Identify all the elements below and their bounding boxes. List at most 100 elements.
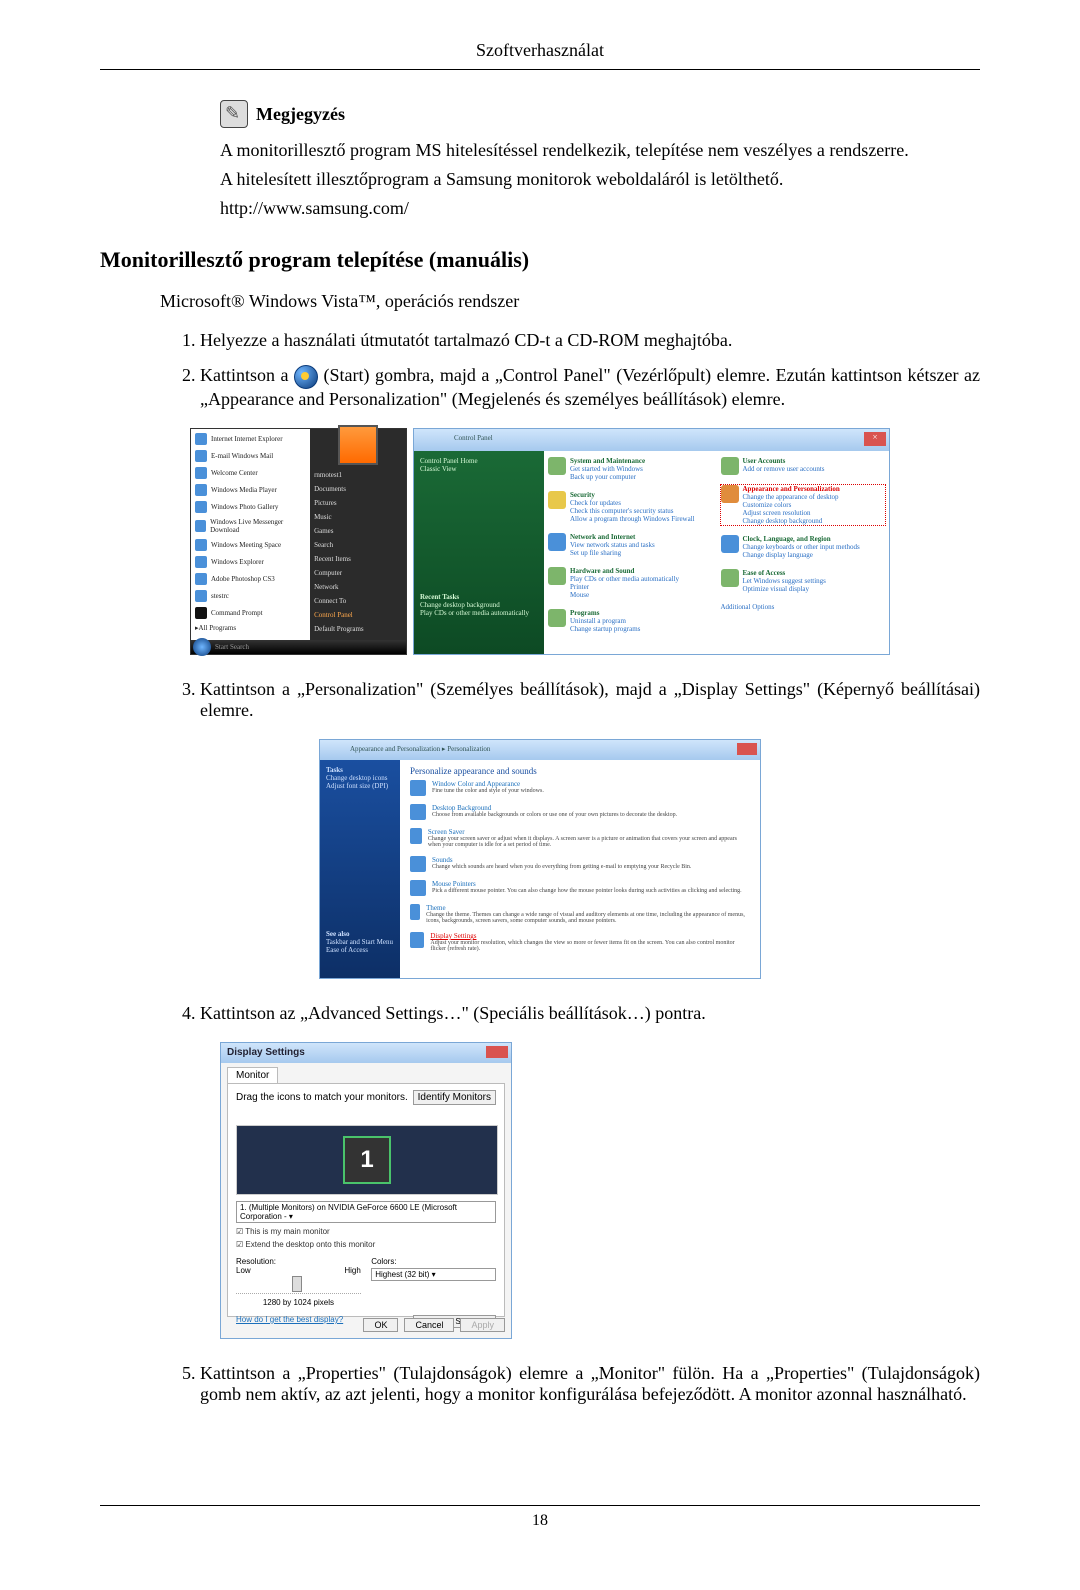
sm-item-gallery[interactable]: Windows Photo Gallery xyxy=(195,501,306,513)
monitor-1-icon[interactable]: 1 xyxy=(343,1136,391,1184)
start-orb-taskbar-icon[interactable] xyxy=(193,638,211,656)
pw-seealso-taskbar[interactable]: Taskbar and Start Menu xyxy=(326,938,406,946)
pw-task-desktopicons[interactable]: Change desktop icons xyxy=(326,774,406,782)
step-3: Kattintson a „Personalization" (Személye… xyxy=(200,679,980,721)
pw-heading: Personalize appearance and sounds xyxy=(410,766,750,776)
welcome-icon xyxy=(195,467,207,479)
sm-item-email[interactable]: E-mail Windows Mail xyxy=(195,450,306,462)
cp-system[interactable]: System and MaintenanceGet started with W… xyxy=(548,457,713,481)
cp-ease[interactable]: Ease of AccessLet Windows suggest settin… xyxy=(721,569,886,593)
cp-side-classic[interactable]: Classic View xyxy=(420,465,550,473)
cp-hardware[interactable]: Hardware and SoundPlay CDs or other medi… xyxy=(548,567,713,599)
cp-side-home[interactable]: Control Panel Home xyxy=(420,457,550,465)
user-avatar[interactable] xyxy=(338,425,378,465)
control-panel-window: Control Panel × Control Panel Home Class… xyxy=(413,428,890,655)
tab-monitor[interactable]: Monitor xyxy=(227,1067,278,1083)
background-icon xyxy=(410,804,426,820)
monitor-arrangement[interactable]: 1 xyxy=(236,1125,498,1195)
pw-task-fontsize[interactable]: Adjust font size (DPI) xyxy=(326,782,406,790)
ps-icon xyxy=(195,573,207,585)
sm-r-documents[interactable]: Documents xyxy=(314,485,402,493)
step-1: Helyezze a használati útmutatót tartalma… xyxy=(200,330,980,351)
resolution-slider[interactable] xyxy=(236,1279,361,1294)
pw-item-mouse[interactable]: Mouse PointersPick a different mouse poi… xyxy=(410,880,750,896)
cp-sidebar: Control Panel Home Classic View Recent T… xyxy=(414,451,556,654)
sm-r-recent[interactable]: Recent Items xyxy=(314,555,402,563)
res-high: High xyxy=(344,1266,360,1275)
cp-side-recent-head: Recent Tasks xyxy=(420,593,550,601)
note-line-3: http://www.samsung.com/ xyxy=(220,198,980,219)
apply-button[interactable]: Apply xyxy=(460,1318,505,1332)
pw-item-theme[interactable]: ThemeChange the theme. Themes can change… xyxy=(410,904,750,924)
cp-network[interactable]: Network and InternetView network status … xyxy=(548,533,713,557)
resolution-label: Resolution: xyxy=(236,1257,361,1266)
users-icon xyxy=(721,457,739,475)
sm-r-network[interactable]: Network xyxy=(314,583,402,591)
ie-icon xyxy=(195,433,207,445)
windowcolor-icon xyxy=(410,780,426,796)
cp-breadcrumb[interactable]: Control Panel xyxy=(454,434,493,442)
sm-item-internet[interactable]: Internet Internet Explorer xyxy=(195,433,306,445)
close-icon[interactable] xyxy=(737,743,757,755)
messenger-icon xyxy=(195,520,206,532)
screensaver-icon xyxy=(410,828,422,844)
sm-r-music[interactable]: Music xyxy=(314,513,402,521)
ok-button[interactable]: OK xyxy=(363,1318,398,1332)
close-icon[interactable] xyxy=(486,1046,508,1058)
sm-item-meeting[interactable]: Windows Meeting Space xyxy=(195,539,306,551)
sm-r-search[interactable]: Search xyxy=(314,541,402,549)
gallery-icon xyxy=(195,501,207,513)
pw-tasks-head: Tasks xyxy=(326,766,406,774)
slider-thumb-icon[interactable] xyxy=(292,1276,302,1292)
note-line-2: A hitelesített illesztőprogram a Samsung… xyxy=(220,169,980,190)
page-header: Szoftverhasználat xyxy=(100,40,980,70)
sm-r-connect[interactable]: Connect To xyxy=(314,597,402,605)
search-box[interactable]: Start Search xyxy=(215,643,249,651)
colors-select[interactable]: Highest (32 bit) ▾ xyxy=(371,1268,496,1281)
meeting-icon xyxy=(195,539,207,551)
main-monitor-checkbox[interactable]: ☑ This is my main monitor xyxy=(236,1227,496,1236)
cp-side-rt1[interactable]: Change desktop background xyxy=(420,601,550,609)
sm-item-wmp[interactable]: Windows Media Player xyxy=(195,484,306,496)
sm-item-stestrc[interactable]: stestrc xyxy=(195,590,306,602)
cancel-button[interactable]: Cancel xyxy=(404,1318,454,1332)
extend-desktop-checkbox[interactable]: ☑ Extend the desktop onto this monitor xyxy=(236,1240,496,1249)
pw-seealso-ease[interactable]: Ease of Access xyxy=(326,946,406,954)
sm-r-pictures[interactable]: Pictures xyxy=(314,499,402,507)
sm-r-games[interactable]: Games xyxy=(314,527,402,535)
subhead: Microsoft® Windows Vista™, operációs ren… xyxy=(160,291,980,312)
cp-additional[interactable]: Additional Options xyxy=(721,603,886,611)
sm-r-defaults[interactable]: Default Programs xyxy=(314,625,402,633)
cp-clock[interactable]: Clock, Language, and RegionChange keyboa… xyxy=(721,535,886,559)
figure-startmenu-controlpanel: Internet Internet Explorer E-mail Window… xyxy=(100,428,980,655)
shield-icon xyxy=(548,491,566,509)
identify-monitors-button[interactable]: Identify Monitors xyxy=(413,1090,496,1105)
sm-item-allprograms[interactable]: ▸ All Programs xyxy=(195,624,306,632)
cp-appearance[interactable]: Appearance and PersonalizationChange the… xyxy=(721,485,886,525)
step-2: Kattintson a (Start) gombra, majd a „Con… xyxy=(200,365,980,410)
pw-item-sounds[interactable]: SoundsChange which sounds are heard when… xyxy=(410,856,750,872)
sm-item-messenger[interactable]: Windows Live Messenger Download xyxy=(195,518,306,534)
pw-item-display[interactable]: Display SettingsAdjust your monitor reso… xyxy=(410,932,750,952)
figure-personalization: Appearance and Personalization ▸ Persona… xyxy=(100,739,980,979)
cp-programs[interactable]: ProgramsUninstall a programChange startu… xyxy=(548,609,713,633)
pw-breadcrumb[interactable]: Appearance and Personalization ▸ Persona… xyxy=(350,745,490,753)
cp-security[interactable]: SecurityCheck for updatesCheck this comp… xyxy=(548,491,713,523)
note-icon xyxy=(220,100,248,128)
cp-useraccounts[interactable]: User AccountsAdd or remove user accounts xyxy=(721,457,886,475)
best-display-link[interactable]: How do I get the best display? xyxy=(236,1315,343,1328)
cp-side-rt2[interactable]: Play CDs or other media automatically xyxy=(420,609,550,617)
sm-item-explorer[interactable]: Windows Explorer xyxy=(195,556,306,568)
sm-item-cmd[interactable]: Command Prompt xyxy=(195,607,306,619)
sm-r-controlpanel[interactable]: Control Panel xyxy=(314,611,402,619)
close-icon[interactable]: × xyxy=(864,432,886,446)
cmd-icon xyxy=(195,607,207,619)
pw-item-windowcolor[interactable]: Window Color and AppearanceFine tune the… xyxy=(410,780,750,796)
sm-item-welcome[interactable]: Welcome Center xyxy=(195,467,306,479)
sm-item-ps[interactable]: Adobe Photoshop CS3 xyxy=(195,573,306,585)
sm-r-computer[interactable]: Computer xyxy=(314,569,402,577)
pw-item-background[interactable]: Desktop BackgroundChoose from available … xyxy=(410,804,750,820)
pw-item-screensaver[interactable]: Screen SaverChange your screen saver or … xyxy=(410,828,750,848)
start-orb-icon xyxy=(294,365,318,389)
display-select[interactable]: 1. (Multiple Monitors) on NVIDIA GeForce… xyxy=(236,1201,496,1223)
